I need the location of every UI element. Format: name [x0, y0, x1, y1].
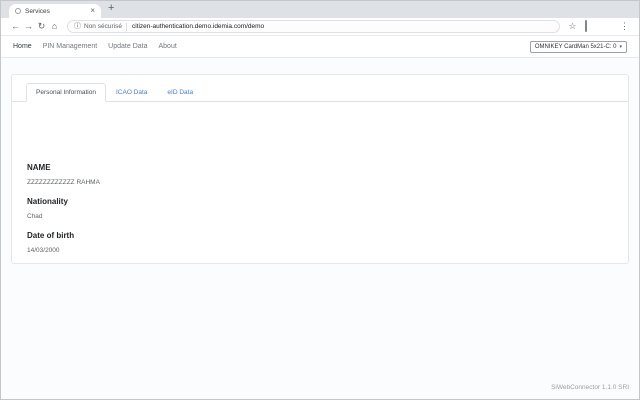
app-navbar: Home PIN Management Update Data About OM… — [1, 36, 639, 58]
field-nationality-label: Nationality — [27, 196, 68, 206]
nav-item-home[interactable]: Home — [13, 43, 32, 50]
nav-item-update-data[interactable]: Update Data — [108, 43, 147, 50]
connector-version-text: SiWebConnector 1.1.0 SRI — [551, 384, 629, 391]
field-date-of-birth-label: Date of birth — [27, 230, 75, 240]
address-bar[interactable]: ⓘ Non sécurisé citizen-authentication.de… — [67, 20, 560, 33]
nav-item-pin-management[interactable]: PIN Management — [43, 43, 97, 50]
field-nationality: Nationality Chad — [27, 196, 613, 220]
tab-icao-data[interactable]: ICAO Data — [106, 83, 157, 102]
favicon-icon — [15, 8, 21, 14]
personal-information-panel: NAME ZZZZZZZZZZZZ RAHMA Nationality Chad… — [12, 102, 628, 254]
reload-icon[interactable]: ↻ — [35, 22, 48, 31]
browser-toolbar: ← → ↻ ⌂ ⓘ Non sécurisé citizen-authentic… — [1, 18, 639, 36]
forward-icon[interactable]: → — [22, 22, 35, 31]
bookmark-star-icon[interactable]: ☆ — [566, 22, 579, 31]
field-date-of-birth-value: 14/03/2000 — [27, 246, 60, 254]
back-icon[interactable]: ← — [9, 22, 22, 31]
browser-menu-icon[interactable]: ⋮ — [618, 22, 631, 31]
new-tab-button[interactable]: + — [108, 2, 114, 14]
browser-tab[interactable]: Services × — [9, 4, 101, 18]
tab-personal-information[interactable]: Personal Information — [26, 83, 106, 102]
security-label: Non sécurisé — [84, 23, 122, 30]
browser-tab-strip: Services × + — [1, 1, 639, 18]
site-info-icon[interactable]: ⓘ — [74, 23, 81, 30]
field-name-value: ZZZZZZZZZZZZ RAHMA — [27, 178, 100, 186]
url-text: citizen-authentication.demo.idemia.com/d… — [131, 23, 265, 30]
field-name: NAME ZZZZZZZZZZZZ RAHMA — [27, 163, 613, 186]
page-content: Personal Information ICAO Data eID Data … — [1, 58, 639, 399]
card-reader-select[interactable]: OMNIKEY CardMan 5x21-C: 0 ▾ — [529, 40, 627, 53]
omnibox-divider — [125, 22, 127, 31]
identity-card-panel: Personal Information ICAO Data eID Data … — [11, 74, 629, 264]
content-tab-bar: Personal Information ICAO Data eID Data — [12, 75, 628, 102]
browser-window: Services × + ← → ↻ ⌂ ⓘ Non sécurisé citi… — [0, 0, 640, 400]
chevron-down-icon: ▾ — [619, 43, 622, 50]
tab-eid-data[interactable]: eID Data — [157, 83, 203, 102]
nav-item-about[interactable]: About — [158, 43, 176, 50]
browser-tab-title: Services — [25, 7, 50, 15]
home-icon[interactable]: ⌂ — [48, 22, 61, 31]
extension-icon[interactable] — [579, 20, 592, 32]
tab-close-icon[interactable]: × — [90, 7, 95, 15]
field-name-label: NAME — [27, 163, 51, 172]
card-reader-select-value: OMNIKEY CardMan 5x21-C: 0 — [534, 43, 617, 50]
field-date-of-birth: Date of birth 14/03/2000 — [27, 230, 613, 254]
field-nationality-value: Chad — [27, 212, 43, 220]
